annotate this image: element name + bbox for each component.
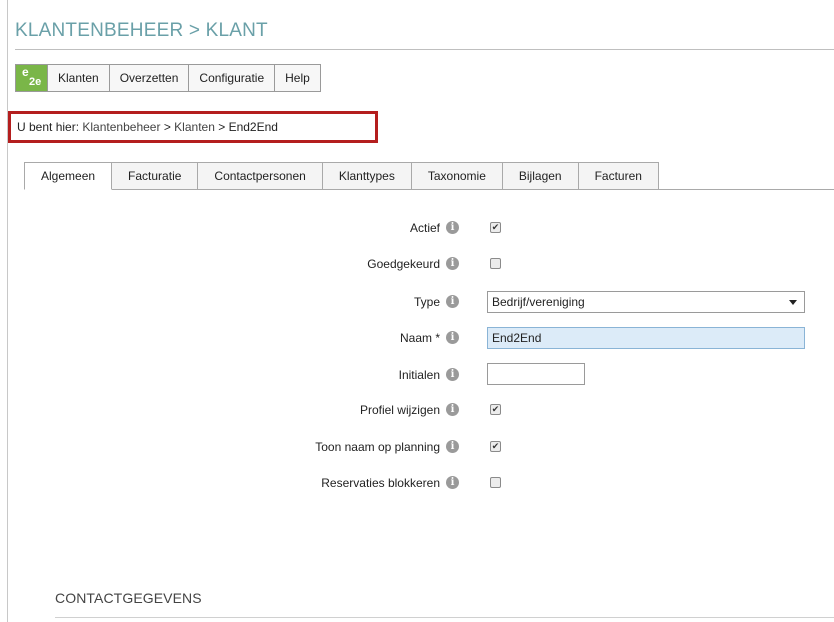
- breadcrumb: U bent hier: Klantenbeheer > Klanten > E…: [8, 111, 378, 143]
- initialen-label: Initialen: [398, 368, 440, 382]
- goedgekeurd-label: Goedgekeurd: [367, 257, 440, 271]
- form-row-toon-naam: Toon naam op planning i ✔: [0, 437, 834, 461]
- tab-contactpersonen[interactable]: Contactpersonen: [198, 162, 323, 190]
- profiel-wijzigen-label: Profiel wijzigen: [359, 403, 440, 417]
- section-divider: [55, 617, 834, 618]
- naam-input[interactable]: [487, 327, 805, 349]
- info-icon[interactable]: i: [446, 295, 459, 308]
- section-title-contactgegevens: CONTACTGEGEVENS: [55, 590, 202, 606]
- form-row-type: Type i Bedrijf/vereniging: [0, 291, 834, 315]
- type-select[interactable]: Bedrijf/vereniging: [487, 291, 805, 313]
- tab-algemeen[interactable]: Algemeen: [24, 162, 113, 190]
- main-menu: e 2e Klanten Overzetten Configuratie Hel…: [15, 64, 321, 92]
- form-row-actief: Actief i ✔: [0, 218, 834, 242]
- menu-item-klanten[interactable]: Klanten: [48, 65, 110, 91]
- naam-label: Naam *: [399, 331, 440, 345]
- chevron-down-icon: [789, 300, 797, 305]
- info-icon[interactable]: i: [446, 368, 459, 381]
- profiel-wijzigen-checkbox[interactable]: ✔: [490, 404, 501, 415]
- goedgekeurd-checkbox[interactable]: [490, 258, 501, 269]
- tab-bar: Algemeen Facturatie Contactpersonen Klan…: [24, 162, 659, 190]
- initialen-input[interactable]: [487, 363, 585, 385]
- type-select-value: Bedrijf/vereniging: [492, 295, 585, 309]
- menu-item-help[interactable]: Help: [275, 65, 320, 91]
- logo-text-bottom: 2e: [29, 76, 42, 88]
- breadcrumb-prefix: U bent hier:: [17, 120, 80, 134]
- info-icon[interactable]: i: [446, 257, 459, 270]
- breadcrumb-klantenbeheer[interactable]: Klantenbeheer: [82, 120, 160, 134]
- tab-facturatie[interactable]: Facturatie: [112, 162, 199, 190]
- tab-klanttypes[interactable]: Klanttypes: [322, 162, 412, 190]
- form-row-reservaties-blokkeren: Reservaties blokkeren i: [0, 473, 834, 497]
- form-row-profiel-wijzigen: Profiel wijzigen i ✔: [0, 400, 834, 424]
- tab-taxonomie[interactable]: Taxonomie: [411, 162, 503, 190]
- actief-label: Actief: [409, 221, 440, 235]
- type-label: Type: [413, 295, 440, 309]
- menu-item-overzetten[interactable]: Overzetten: [110, 65, 190, 91]
- breadcrumb-current: End2End: [228, 120, 278, 134]
- reservaties-blokkeren-label: Reservaties blokkeren: [321, 476, 440, 490]
- toon-naam-checkbox[interactable]: ✔: [490, 441, 501, 452]
- reservaties-blokkeren-checkbox[interactable]: [490, 477, 501, 488]
- app-logo-icon[interactable]: e 2e: [16, 65, 48, 91]
- form-row-initialen: Initialen i: [0, 363, 834, 387]
- title-divider: [15, 49, 834, 50]
- info-icon[interactable]: i: [446, 403, 459, 416]
- tab-facturen[interactable]: Facturen: [578, 162, 659, 190]
- info-icon[interactable]: i: [446, 476, 459, 489]
- breadcrumb-separator: >: [218, 120, 226, 134]
- toon-naam-label: Toon naam op planning: [315, 440, 440, 454]
- form-row-goedgekeurd: Goedgekeurd i: [0, 254, 834, 278]
- breadcrumb-klanten[interactable]: Klanten: [174, 120, 215, 134]
- page-title: KLANTENBEHEER > KLANT: [15, 20, 268, 41]
- info-icon[interactable]: i: [446, 440, 459, 453]
- breadcrumb-separator: >: [163, 120, 171, 134]
- menu-item-configuratie[interactable]: Configuratie: [189, 65, 276, 91]
- info-icon[interactable]: i: [446, 331, 459, 344]
- form-row-naam: Naam * i: [0, 327, 834, 351]
- info-icon[interactable]: i: [446, 221, 459, 234]
- logo-text-top: e: [22, 65, 29, 79]
- tab-bijlagen[interactable]: Bijlagen: [502, 162, 579, 190]
- actief-checkbox[interactable]: ✔: [490, 222, 501, 233]
